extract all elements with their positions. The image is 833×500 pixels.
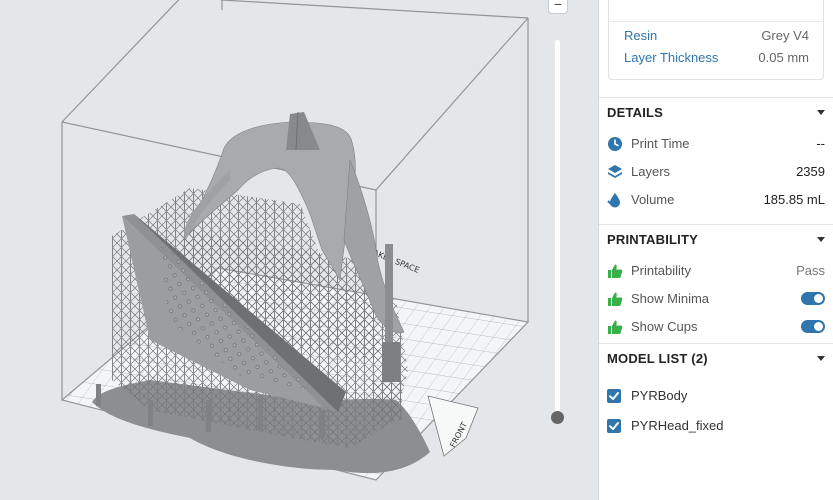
scene-render[interactable]: FRONT MAKER SPACE [0, 0, 598, 500]
checkbox-check-icon [609, 392, 619, 400]
layers-value: 2359 [796, 164, 825, 179]
thumbs-up-icon [608, 292, 623, 306]
zoom-slider-thumb[interactable] [551, 411, 564, 424]
print-time-row: Print Time -- [607, 133, 825, 155]
show-cups-toggle[interactable] [801, 320, 825, 333]
section-divider [599, 97, 833, 98]
show-minima-toggle[interactable] [801, 292, 825, 305]
printability-row: Printability Pass [607, 260, 825, 282]
chevron-down-icon[interactable] [817, 237, 825, 242]
material-card: Resin Grey V4 Layer Thickness 0.05 mm [608, 0, 824, 80]
details-header[interactable]: DETAILS [607, 102, 825, 124]
thumbs-up-icon [608, 264, 623, 278]
print-time-value: -- [816, 136, 825, 151]
volume-value: 185.85 mL [763, 192, 825, 207]
toggle-knob [814, 322, 823, 331]
show-cups-label: Show Cups [631, 319, 698, 334]
volume-icon [607, 193, 620, 208]
details-title: DETAILS [607, 105, 664, 120]
layers-label: Layers [631, 164, 671, 179]
toggle-knob [814, 294, 823, 303]
volume-label: Volume [631, 192, 675, 207]
print-time-label: Print Time [631, 136, 690, 151]
section-divider [599, 224, 833, 225]
printability-title: PRINTABILITY [607, 232, 698, 247]
printability-header[interactable]: PRINTABILITY [607, 229, 825, 251]
model-name[interactable]: PYRBody [631, 388, 687, 403]
checkbox-check-icon [609, 422, 619, 430]
print-model[interactable] [92, 111, 430, 474]
section-divider [599, 343, 833, 344]
zoom-out-button[interactable]: − [548, 0, 568, 14]
clock-icon [608, 137, 622, 151]
resin-label[interactable]: Resin [624, 28, 657, 43]
show-cups-row: Show Cups [607, 316, 825, 338]
printability-value: Pass [796, 263, 825, 278]
resin-value: Grey V4 [761, 28, 809, 43]
model-checkbox[interactable] [607, 389, 621, 403]
chevron-down-icon[interactable] [817, 110, 825, 115]
zoom-slider-track[interactable] [555, 40, 560, 418]
layer-thickness-value: 0.05 mm [758, 50, 809, 65]
volume-row: Volume 185.85 mL [607, 189, 825, 211]
model-name[interactable]: PYRHead_fixed [631, 418, 724, 433]
layer-thickness-label[interactable]: Layer Thickness [624, 50, 718, 65]
printability-label: Printability [631, 263, 691, 278]
model-list-item[interactable]: PYRBody [607, 386, 825, 408]
chevron-down-icon[interactable] [817, 356, 825, 361]
3d-viewport[interactable]: FRONT MAKER SPACE − [0, 0, 598, 500]
model-list-header[interactable]: MODEL LIST (2) [607, 348, 825, 370]
properties-panel: Resin Grey V4 Layer Thickness 0.05 mm DE… [598, 0, 833, 500]
show-minima-label: Show Minima [631, 291, 710, 306]
model-list-item[interactable]: PYRHead_fixed [607, 416, 825, 438]
card-divider [609, 21, 823, 22]
model-checkbox[interactable] [607, 419, 621, 433]
show-minima-row: Show Minima [607, 288, 825, 310]
model-list-title: MODEL LIST (2) [607, 351, 708, 366]
layers-icon [608, 165, 622, 178]
thumbs-up-icon [608, 320, 623, 334]
layers-row: Layers 2359 [607, 161, 825, 183]
